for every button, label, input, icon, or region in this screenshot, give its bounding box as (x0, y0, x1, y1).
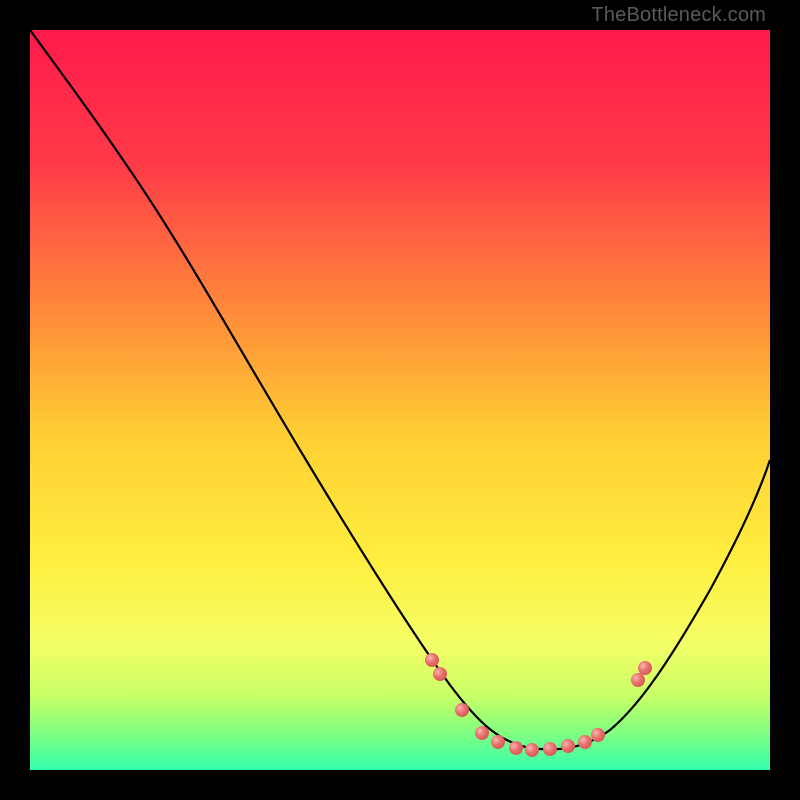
gradient-background (30, 30, 770, 770)
bead (491, 735, 505, 749)
chart-frame (30, 30, 770, 770)
watermark-text: TheBottleneck.com (591, 4, 766, 27)
bead (525, 743, 539, 757)
bead (591, 728, 605, 742)
bottleneck-chart (30, 30, 770, 770)
bead (455, 703, 469, 717)
bead (638, 661, 652, 675)
bead (509, 741, 523, 755)
bead (631, 673, 645, 687)
bead (425, 653, 439, 667)
bead (543, 742, 557, 756)
bead (433, 667, 447, 681)
bead (475, 726, 489, 740)
bead (561, 739, 575, 753)
bead (578, 735, 592, 749)
